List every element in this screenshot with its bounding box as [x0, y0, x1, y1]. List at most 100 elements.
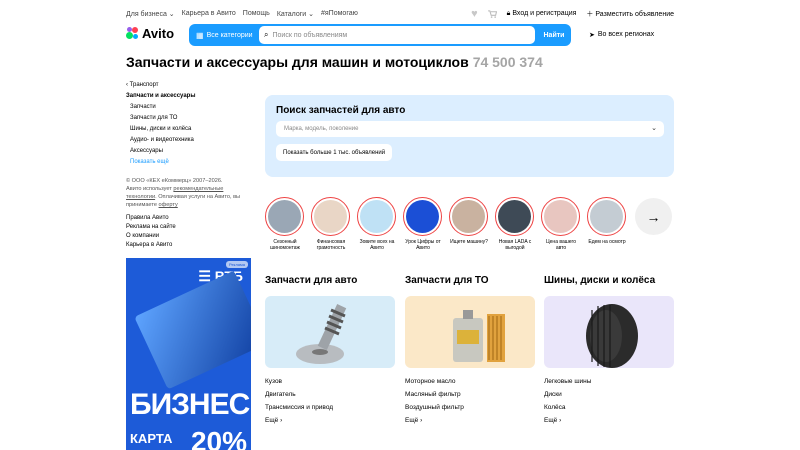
nav-link-business[interactable]: Для бизнеса ⌄ [126, 10, 175, 18]
all-categories-button[interactable]: ▦ Все категории [189, 24, 259, 46]
sidebar-item-active[interactable]: Запчасти и аксессуары [126, 93, 250, 99]
story-image [406, 200, 439, 233]
subcategory-link[interactable]: Кузов [265, 375, 395, 388]
story-item[interactable]: Едем на осмотр [587, 197, 627, 245]
sidebar-item-accessories[interactable]: Аксессуары [126, 148, 250, 154]
story-image [544, 200, 577, 233]
story-item[interactable]: Ищете машину? [449, 197, 489, 245]
story-image [590, 200, 623, 233]
sidebar-item-tires[interactable]: Шины, диски и колёса [126, 126, 250, 132]
story-image [452, 200, 485, 233]
arrow-right-icon[interactable]: → [635, 198, 672, 235]
ad-label: Реклама [225, 261, 248, 268]
category-card-to-parts[interactable]: Запчасти для ТО Моторное масло Масляный … [405, 275, 535, 427]
footer-link-career[interactable]: Карьера в Авито [126, 242, 250, 248]
story-caption: Ищете машину? [450, 239, 488, 245]
subcategory-link[interactable]: Моторное масло [405, 375, 535, 388]
subcategory-link[interactable]: Колёса [544, 401, 674, 414]
listing-count: 74 500 374 [472, 54, 543, 70]
category-title: Шины, диски и колёса [544, 275, 656, 286]
footer-link-rules[interactable]: Правила Авито [126, 215, 250, 221]
sidebar-item-audio[interactable]: Аудио- и видеотехника [126, 137, 250, 143]
category-title: Запчасти для авто [265, 275, 358, 286]
banner-line2: КАРТА [130, 431, 173, 446]
nav-link-career[interactable]: Карьера в Авито [182, 10, 236, 18]
story-image [314, 200, 347, 233]
story-item[interactable]: Урок Цифры от Авито [403, 197, 443, 251]
subcategory-link[interactable]: Диски [544, 388, 674, 401]
banner-pct: 20% [190, 426, 247, 450]
story-item[interactable]: Сезонный шиномонтаж [265, 197, 305, 251]
story-image [360, 200, 393, 233]
car-model-select[interactable]: Марка, модель, поколение ⌄ [276, 121, 664, 137]
story-caption: Зовите всех на Авито [359, 239, 395, 251]
avito-logo[interactable]: Avito [126, 26, 174, 41]
subcategory-more[interactable]: Ещё › [544, 414, 674, 427]
sidebar-show-more[interactable]: Показать ещё [126, 159, 250, 165]
shock-absorber-image [296, 304, 347, 364]
stories-carousel: Сезонный шиномонтаж Финансовая грамотнос… [265, 197, 674, 257]
subcategory-more[interactable]: Ещё › [265, 414, 395, 427]
card-image [134, 270, 251, 390]
story-image [268, 200, 301, 233]
category-card-auto-parts[interactable]: Запчасти для авто Кузов Двигатель Трансм… [265, 275, 395, 427]
page-title: Запчасти и аксессуары для машин и мотоци… [126, 54, 543, 70]
oil-and-filter-image [453, 310, 505, 362]
sidebar-item-parts[interactable]: Запчасти [126, 104, 250, 110]
story-caption: Сезонный шиномонтаж [270, 239, 300, 251]
location-pin-icon: ➤ [589, 32, 595, 39]
story-item[interactable]: Зовите всех на Авито [357, 197, 397, 251]
vtb-ad-banner[interactable]: Реклама ☰ ВТБ БИЗНЕС КАРТА 20% [126, 258, 251, 450]
story-caption: Цена вашего авто [545, 239, 577, 251]
sidebar: ‹ Транспорт Запчасти и аксессуары Запчас… [126, 82, 250, 251]
header: Avito ▦ Все категории ⌕ Поиск по объявлен… [126, 24, 674, 46]
legal-text: © ООО «КЕХ еКоммерц» 2007–2026. Авито ис… [126, 178, 241, 208]
top-navigation: Для бизнеса ⌄ Карьера в Авито Помощь Кат… [0, 0, 800, 26]
search-icon: ⌕ [264, 30, 269, 39]
category-image [405, 296, 535, 368]
chevron-down-icon: ⌄ [651, 125, 657, 132]
story-item[interactable]: Финансовая грамотность [311, 197, 351, 251]
story-item[interactable]: Новая LADA с выгодой [495, 197, 535, 251]
search-input[interactable]: ⌕ Поиск по объявлениям [259, 26, 535, 44]
nav-link-catalogs[interactable]: Каталоги ⌄ [277, 10, 314, 18]
nav-link-help[interactable]: Помощь [243, 10, 270, 18]
story-caption: Финансовая грамотность [316, 239, 346, 251]
subcategory-link[interactable]: Трансмиссия и привод [265, 401, 395, 414]
banner-line1: БИЗНЕС [130, 388, 250, 421]
search-button[interactable]: Найти [537, 24, 571, 46]
parts-search-panel: Поиск запчастей для авто Марка, модель, … [265, 95, 674, 177]
footer-link-ads[interactable]: Реклама на сайте [126, 224, 250, 230]
category-title: Запчасти для ТО [405, 275, 489, 286]
login-link[interactable]: 🔒︎ Вход и регистрация [507, 10, 577, 18]
menu-icon: ▦ [196, 30, 204, 40]
subcategory-link[interactable]: Легковые шины [544, 375, 674, 388]
story-item[interactable]: Цена вашего авто [541, 197, 581, 251]
story-caption: Едем на осмотр [588, 239, 626, 245]
legal-link-offer[interactable]: оферту [159, 202, 178, 208]
tire-image [586, 304, 638, 368]
subcategory-more[interactable]: Ещё › [405, 414, 535, 427]
avito-logo-icon [126, 27, 139, 40]
story-caption: Урок Цифры от Авито [405, 239, 441, 251]
cart-icon[interactable] [487, 10, 497, 18]
category-card-tires[interactable]: Шины, диски и колёса Легковые шины Диски… [544, 275, 674, 427]
favorites-heart-icon[interactable]: ♥ [471, 8, 478, 20]
search-bar: ▦ Все категории ⌕ Поиск по объявлениям На… [189, 24, 571, 46]
category-image [544, 296, 674, 368]
region-selector[interactable]: ➤ Во всех регионах [589, 31, 654, 39]
footer-link-about[interactable]: О компании [126, 233, 250, 239]
parts-search-title: Поиск запчастей для авто [276, 105, 406, 116]
show-more-listings-button[interactable]: Показать больше 1 тыс. объявлений [276, 144, 393, 161]
story-image [498, 200, 531, 233]
category-image [265, 296, 395, 368]
story-caption: Новая LADA с выгодой [498, 239, 532, 251]
breadcrumb-transport[interactable]: ‹ Транспорт [126, 82, 250, 88]
subcategory-link[interactable]: Масляный фильтр [405, 388, 535, 401]
post-ad-link[interactable]: ＋ Разместить объявление [586, 9, 674, 19]
nav-link-yapomogayu[interactable]: #яПомогаю [321, 10, 358, 18]
logo-text: Avito [142, 26, 175, 41]
sidebar-item-to-parts[interactable]: Запчасти для ТО [126, 115, 250, 121]
subcategory-link[interactable]: Двигатель [265, 388, 395, 401]
subcategory-link[interactable]: Воздушный фильтр [405, 401, 535, 414]
